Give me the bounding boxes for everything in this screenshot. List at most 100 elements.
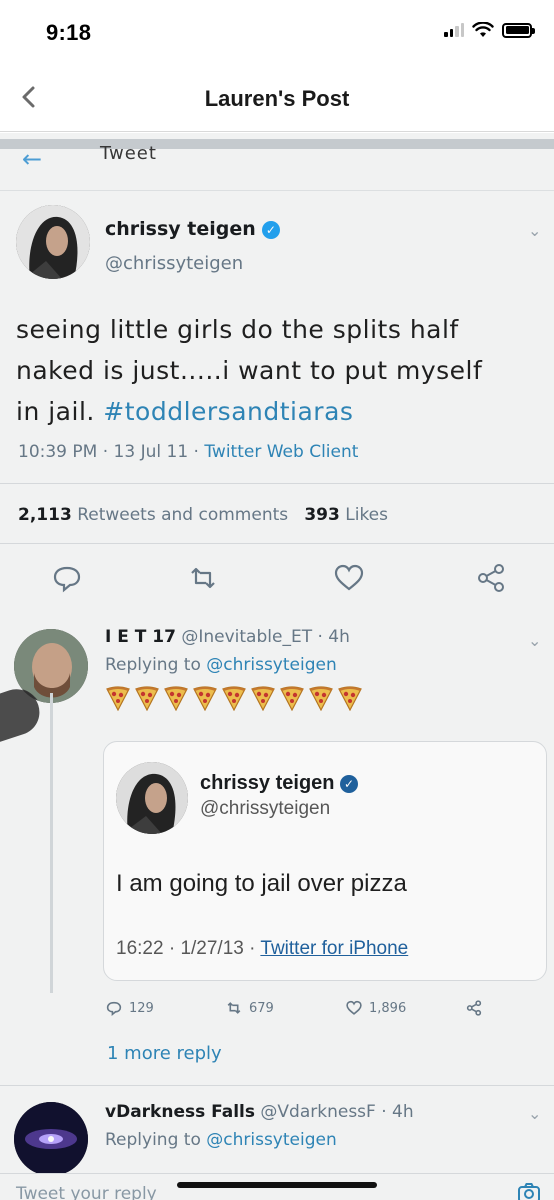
tweet-time: 16:22 bbox=[116, 938, 164, 959]
heart-icon bbox=[334, 564, 364, 591]
verified-badge-icon: ✓ bbox=[261, 220, 280, 239]
more-replies-link[interactable]: 1 more reply bbox=[107, 1043, 222, 1064]
avatar bbox=[116, 762, 188, 834]
retweet-icon bbox=[227, 1002, 241, 1014]
author-handle[interactable]: @Inevitable_ET bbox=[181, 627, 312, 647]
quoted-tweet-text: I am going to jail over pizza bbox=[116, 870, 407, 897]
avatar bbox=[16, 205, 90, 279]
retweet-count: 679 bbox=[249, 1000, 274, 1016]
tweet-text-line: in jail. #toddlersandtiaras bbox=[16, 391, 546, 432]
tweet-author: chrissy teigen ✓ bbox=[105, 218, 280, 240]
retweets-label[interactable]: Retweets and comments bbox=[77, 505, 288, 525]
back-arrow-icon: ← bbox=[22, 145, 43, 173]
battery-icon bbox=[502, 22, 535, 38]
tweet-menu-chevron-icon[interactable]: ⌄ bbox=[528, 221, 541, 240]
thread-line bbox=[50, 693, 53, 993]
avatar bbox=[14, 1102, 88, 1176]
tweet-menu-chevron-icon[interactable]: ⌄ bbox=[528, 631, 541, 650]
tweet-meta: 10:39 PM · 13 Jul 11 · Twitter Web Clien… bbox=[18, 442, 359, 462]
reply-author: vDarkness Falls @VdarknessF · 4h bbox=[105, 1102, 414, 1122]
divider bbox=[0, 543, 554, 544]
retweets-count[interactable]: 2,113 bbox=[18, 505, 72, 525]
pizza-emoji-icon bbox=[193, 686, 217, 711]
reply-action-bar: 129 679 1,896 bbox=[105, 999, 483, 1017]
replying-label: Replying to bbox=[105, 655, 201, 675]
hashtag-link[interactable]: #toddlersandtiaras bbox=[103, 397, 353, 426]
reply-age: 4h bbox=[392, 1102, 414, 1122]
mention-link[interactable]: @chrissyteigen bbox=[206, 655, 336, 675]
cellular-signal-icon bbox=[444, 23, 464, 37]
replying-to: Replying to @chrissyteigen bbox=[105, 1130, 337, 1150]
tweet-text-fragment: in jail. bbox=[16, 397, 95, 426]
likes-count[interactable]: 393 bbox=[304, 505, 340, 525]
image-top-edge bbox=[0, 139, 554, 149]
reply-input[interactable]: Tweet your reply bbox=[16, 1184, 157, 1200]
pizza-emoji-icon bbox=[280, 686, 304, 711]
tweet-date: 1/27/13 bbox=[180, 938, 244, 959]
divider bbox=[0, 483, 554, 484]
pizza-emoji-icon bbox=[222, 686, 246, 711]
divider bbox=[0, 1085, 554, 1086]
tweet-header: ← Tweet bbox=[0, 143, 554, 191]
reply-button[interactable] bbox=[50, 561, 84, 595]
retweet-button[interactable] bbox=[186, 561, 220, 595]
reply-count: 129 bbox=[129, 1000, 154, 1016]
pizza-emoji-icon bbox=[135, 686, 159, 711]
author-name[interactable]: I E T 17 bbox=[105, 627, 176, 647]
tweet-client-link[interactable]: Twitter Web Client bbox=[204, 442, 358, 462]
tweet-stats: 2,113 Retweets and comments 393 Likes bbox=[18, 505, 388, 525]
mention-link[interactable]: @chrissyteigen bbox=[206, 1130, 336, 1150]
pizza-emoji-icon bbox=[251, 686, 275, 711]
verified-badge-icon: ✓ bbox=[340, 774, 359, 793]
replying-to: Replying to @chrissyteigen bbox=[105, 655, 337, 675]
tweet-text-line: seeing little girls do the splits half bbox=[16, 315, 459, 344]
share-button[interactable] bbox=[465, 999, 483, 1017]
camera-icon[interactable] bbox=[516, 1180, 542, 1200]
like-button[interactable]: 1,896 bbox=[345, 999, 465, 1017]
pizza-emoji-icon bbox=[106, 686, 130, 711]
quoted-author: chrissy teigen ✓ bbox=[200, 772, 359, 795]
replying-label: Replying to bbox=[105, 1130, 201, 1150]
reply-tweet: I E T 17 @Inevitable_ET · 4h ⌄ Replying … bbox=[0, 603, 554, 1083]
wifi-icon bbox=[472, 22, 494, 37]
status-bar: 9:18 bbox=[0, 0, 554, 62]
page-title: Lauren's Post bbox=[204, 86, 350, 111]
reply-age: 4h bbox=[328, 627, 350, 647]
share-button[interactable] bbox=[474, 561, 508, 595]
quoted-tweet-meta: 16:22 · 1/27/13 · Twitter for iPhone bbox=[116, 938, 409, 959]
retweet-button[interactable]: 679 bbox=[225, 999, 345, 1017]
retweet-icon bbox=[191, 567, 215, 589]
author-handle[interactable]: @chrissyteigen bbox=[105, 253, 243, 274]
navigation-bar: Lauren's Post bbox=[0, 62, 554, 132]
share-icon bbox=[478, 564, 504, 592]
home-indicator[interactable] bbox=[177, 1182, 377, 1188]
author-name[interactable]: chrissy teigen bbox=[105, 218, 256, 240]
tweet-date: 13 Jul 11 bbox=[113, 442, 189, 462]
reply-icon bbox=[106, 1001, 122, 1017]
pizza-emoji-icon bbox=[309, 686, 333, 711]
status-icons bbox=[444, 22, 535, 38]
tweet-header-label: Tweet bbox=[100, 143, 157, 164]
status-time: 9:18 bbox=[46, 20, 92, 45]
reply-author: I E T 17 @Inevitable_ET · 4h bbox=[105, 627, 350, 647]
reply-button[interactable]: 129 bbox=[105, 999, 225, 1017]
likes-label[interactable]: Likes bbox=[345, 505, 388, 525]
tweet-client-link[interactable]: Twitter for iPhone bbox=[260, 938, 408, 959]
like-button[interactable] bbox=[332, 561, 366, 595]
tweet-action-bar bbox=[0, 561, 554, 601]
share-icon bbox=[466, 1000, 482, 1016]
author-name[interactable]: vDarkness Falls bbox=[105, 1102, 255, 1122]
tweet-text-line: naked is just.....i want to put myself bbox=[16, 356, 483, 385]
tweet-text: seeing little girls do the splits half n… bbox=[16, 309, 546, 432]
heart-icon bbox=[346, 1000, 362, 1015]
author-handle[interactable]: @VdarknessF bbox=[260, 1102, 375, 1122]
reply-icon bbox=[53, 566, 81, 593]
quoted-tweet-card[interactable]: chrissy teigen ✓ @chrissyteigen I am goi… bbox=[103, 741, 547, 981]
pizza-emoji-icon bbox=[164, 686, 188, 711]
pizza-emoji-row bbox=[105, 685, 363, 711]
post-image: ← Tweet chrissy teigen ✓ @chrissyteigen … bbox=[0, 133, 554, 1200]
pizza-emoji-icon bbox=[338, 686, 362, 711]
tweet-menu-chevron-icon[interactable]: ⌄ bbox=[528, 1104, 541, 1123]
author-handle: @chrissyteigen bbox=[200, 798, 331, 819]
like-count: 1,896 bbox=[369, 1000, 407, 1016]
